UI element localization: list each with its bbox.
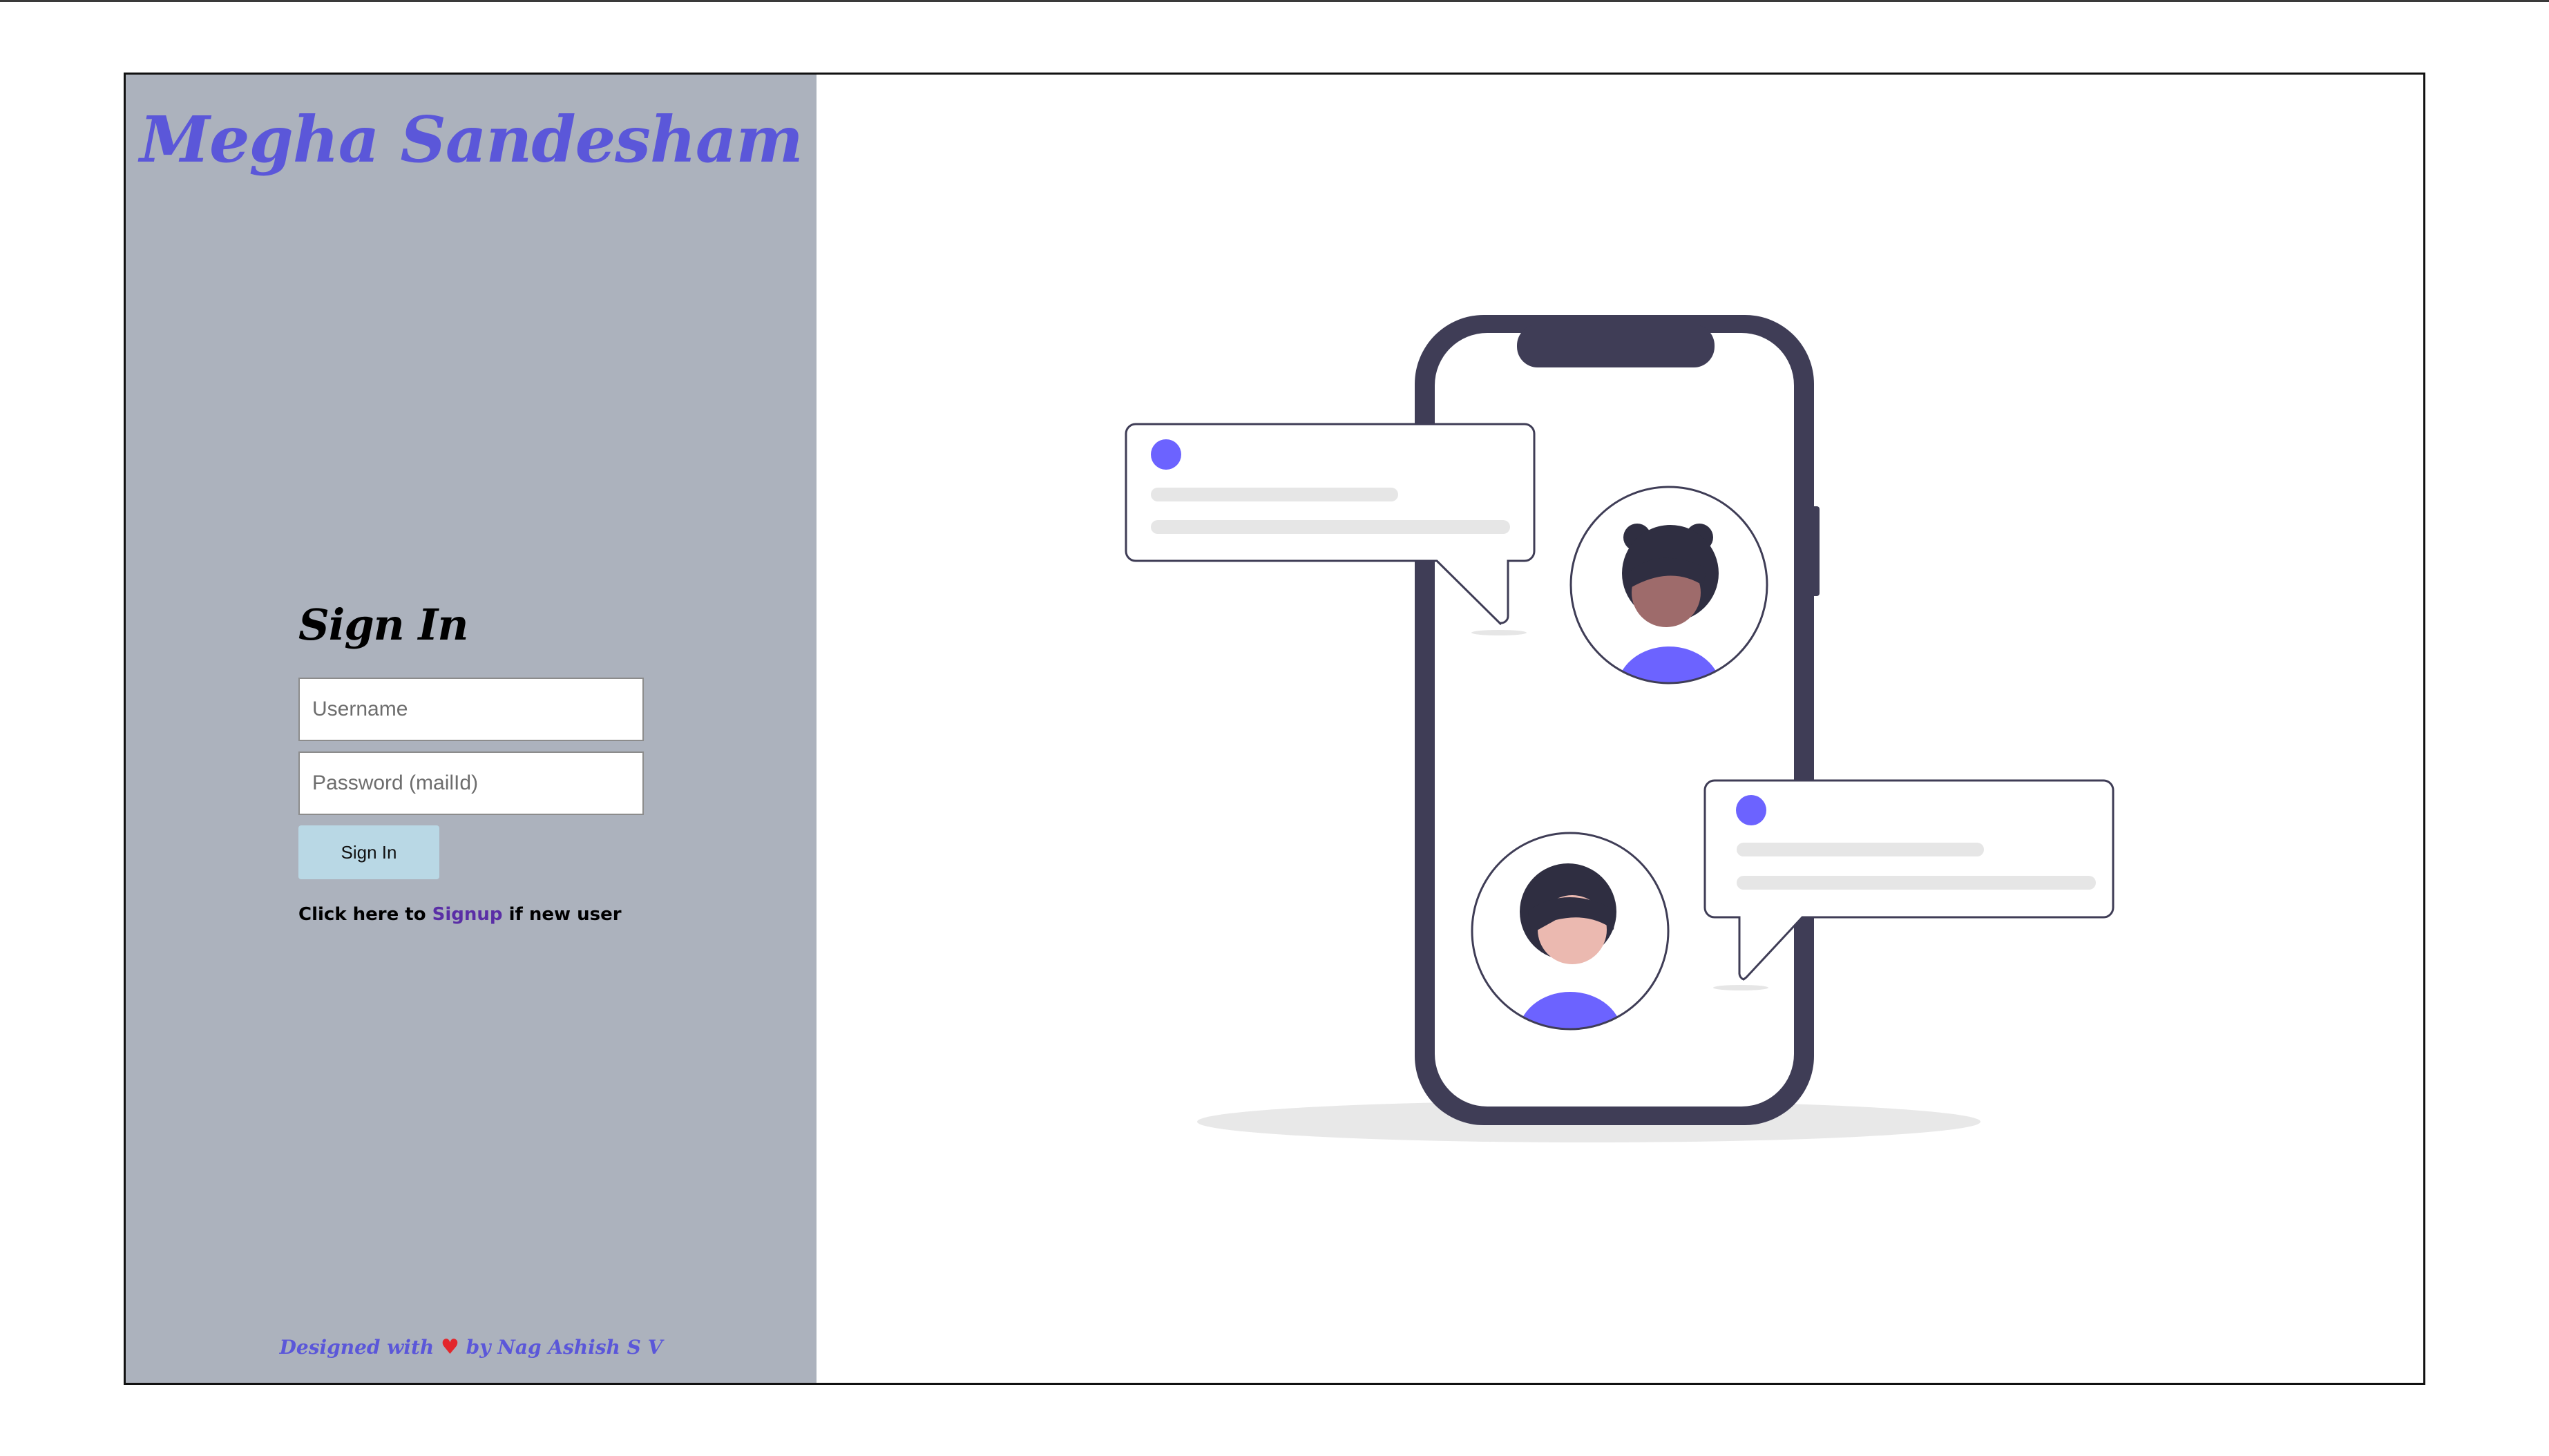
chat-bubble-top-line-2	[1151, 520, 1510, 534]
chat-illustration	[1125, 315, 2114, 1142]
chat-bubble-top-shadow	[1471, 630, 1527, 635]
chat-bubble-bottom-shadow	[1713, 985, 1768, 990]
chat-bubble-top-dot	[1151, 439, 1181, 470]
chat-bubble-bottom-line-2	[1737, 876, 2096, 890]
chat-bubble-top-line-1	[1151, 488, 1398, 501]
chat-bubble-bottom-dot	[1736, 795, 1766, 825]
phone-notch	[1517, 325, 1715, 367]
chat-bubble-bottom-line-1	[1737, 843, 1984, 856]
